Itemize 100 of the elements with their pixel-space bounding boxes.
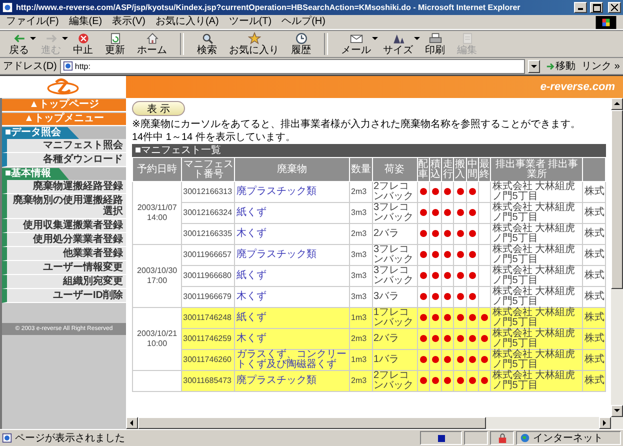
table-cell: 株式 (582, 182, 606, 202)
status-text: ページが表示されました (2, 431, 418, 445)
column-header: 荷姿 (372, 158, 418, 182)
menu-item[interactable]: お気に入り(A) (155, 16, 219, 28)
sidebar-item[interactable]: マニフェスト照会 (2, 139, 126, 153)
toolbar-button[interactable]: 更新 (102, 32, 128, 56)
dropdown-button[interactable] (528, 60, 540, 72)
scroll-right-button[interactable] (599, 417, 611, 429)
result-count: 14件中 1～14 件を表示しています。 (132, 131, 296, 144)
table-cell: 3m3 (350, 244, 372, 266)
table-cell: 2フレコンバック (372, 370, 418, 392)
close-button[interactable] (608, 2, 621, 13)
lock-icon (498, 432, 506, 444)
waste-link[interactable]: 木くず (236, 334, 348, 344)
show-button[interactable]: 表 示 (132, 101, 185, 116)
date-cell: 2003/11/07 14:00 (132, 182, 182, 244)
sidebar-item[interactable]: ユーザーID削除 (2, 289, 126, 303)
table-cell: 2m3 (350, 224, 372, 244)
minimize-button[interactable] (574, 2, 587, 13)
toolbar-button[interactable]: ホーム (134, 32, 170, 56)
column-header: 中間 (466, 158, 478, 182)
waste-link[interactable]: 紙くず (236, 313, 348, 323)
toolbar-button[interactable]: 履歴 (288, 32, 314, 56)
note-text: ※廃棄物にカーソルをあてると、排出事業者様が入力された廃棄物名称を参照することができます。 (132, 119, 582, 131)
address-label: アドレス(D) (3, 60, 57, 73)
menu-item[interactable]: ファイル(F) (6, 16, 59, 28)
table-cell: 株式会社 大林組虎ノ門5丁目 (490, 244, 583, 266)
waste-link[interactable]: ガラスくず、コンクリートくず及び陶磁器くず (236, 350, 348, 370)
column-header: マニフェスト番号 (182, 158, 235, 182)
window-title: http://www.e-reverse.com/ASP/jsp/kyotsu/Kindex.jsp?currentOperation=HBSearchAction=KMsoshiki.do - Microsoft Internet Explorer (16, 3, 522, 12)
sidebar-item[interactable]: ユーザー情報変更 (2, 261, 126, 275)
column-header: 走行 (442, 158, 454, 182)
links-button[interactable]: リンク » (582, 59, 620, 73)
date-cell: 2003/10/30 17:00 (132, 244, 182, 308)
sidebar-item[interactable]: 使用処分業業者登録 (2, 233, 126, 247)
column-header: 廃棄物 (234, 158, 350, 182)
table-cell: 30012166324 (182, 202, 235, 224)
waste-link[interactable]: 紙くず (236, 271, 348, 281)
table-cell: 株式 (582, 266, 606, 286)
sidebar-item[interactable]: 廃棄物運搬経路登録 (2, 180, 126, 194)
sidebar-item[interactable]: 廃棄物別の使用運搬経路選択 (2, 194, 126, 219)
table-cell: 株式 (582, 370, 606, 392)
waste-link[interactable]: 木くず (236, 229, 348, 239)
scroll-down-button[interactable] (611, 405, 623, 417)
forward-arrow-icon (44, 32, 58, 45)
waste-link[interactable]: 木くず (236, 292, 348, 302)
notepad-icon (460, 32, 474, 45)
triangle-icon (392, 32, 404, 45)
table-cell: 30011966657 (182, 244, 235, 266)
address-field[interactable]: http: (60, 58, 525, 74)
column-header (582, 158, 606, 182)
page-icon (2, 433, 12, 443)
table-title-text: ■マニフェスト一覧 (135, 144, 222, 156)
table-cell: 株式会社 大林組虎ノ門5丁目 (490, 370, 583, 392)
toolbar-button[interactable]: お気に入り (226, 32, 282, 56)
table-cell: 株式 (582, 202, 606, 224)
column-header: 数量 (350, 158, 372, 182)
date-cell: 2003/10/21 10:00 (132, 308, 182, 370)
site-name: e-reverse.com (540, 81, 615, 93)
table-cell: 3フレコンバック (372, 266, 418, 286)
toolbar-button[interactable]: 検索 (194, 32, 220, 56)
menu-item[interactable]: 表示(V) (112, 16, 146, 28)
toolbar-button[interactable]: 印刷 (422, 32, 448, 56)
column-header: 搬入 (454, 158, 466, 182)
progress-icon (438, 434, 444, 442)
column-header: 最終 (478, 158, 491, 182)
scroll-thumb[interactable] (138, 417, 486, 429)
sidebar-item[interactable]: 各種ダウンロード (2, 153, 126, 167)
table-cell: 2m3 (350, 370, 372, 392)
zone-indicator: インターネット (516, 431, 621, 445)
column-header: 予約日時 (132, 158, 182, 182)
waste-link[interactable]: 廃プラスチック類 (236, 187, 348, 197)
menu-item[interactable]: ヘルプ(H) (282, 16, 326, 28)
table-cell: 株式会社 大林組虎ノ門5丁目 (490, 266, 583, 286)
table-cell: 3m3 (350, 202, 372, 224)
scroll-up-button[interactable] (611, 98, 623, 110)
table-cell: 株式 (582, 224, 606, 244)
waste-link[interactable]: 紙くず (236, 208, 348, 218)
star-icon (248, 32, 260, 45)
page-icon (62, 61, 73, 71)
section-title: ■基本情報 (2, 168, 70, 180)
toolbar-button[interactable]: 中止 (70, 32, 96, 56)
table-cell: 株式 (582, 244, 606, 266)
status-pane (464, 431, 488, 445)
go-button[interactable]: 移動 (542, 59, 579, 73)
sidebar-item[interactable]: 他業業者登録 (2, 247, 126, 261)
waste-link[interactable]: 廃プラスチック類 (236, 376, 348, 386)
menu-item[interactable]: ツール(T) (228, 16, 272, 28)
sidebar-item[interactable]: 使用収集運搬業者登録 (2, 219, 126, 233)
maximize-button[interactable] (590, 2, 603, 13)
sidebar-item[interactable]: 組織別宛変更 (2, 275, 126, 289)
globe-icon (520, 433, 530, 443)
waste-link[interactable]: 廃プラスチック類 (236, 250, 348, 260)
table-cell: 30011966680 (182, 266, 235, 286)
menu-item[interactable]: 編集(E) (68, 16, 102, 28)
scroll-thumb[interactable] (611, 110, 623, 289)
scroll-left-button[interactable] (126, 417, 138, 429)
table-cell: 2フレコンバック (372, 182, 418, 202)
column-header: 配車 (417, 158, 430, 182)
printer-icon (428, 32, 442, 45)
